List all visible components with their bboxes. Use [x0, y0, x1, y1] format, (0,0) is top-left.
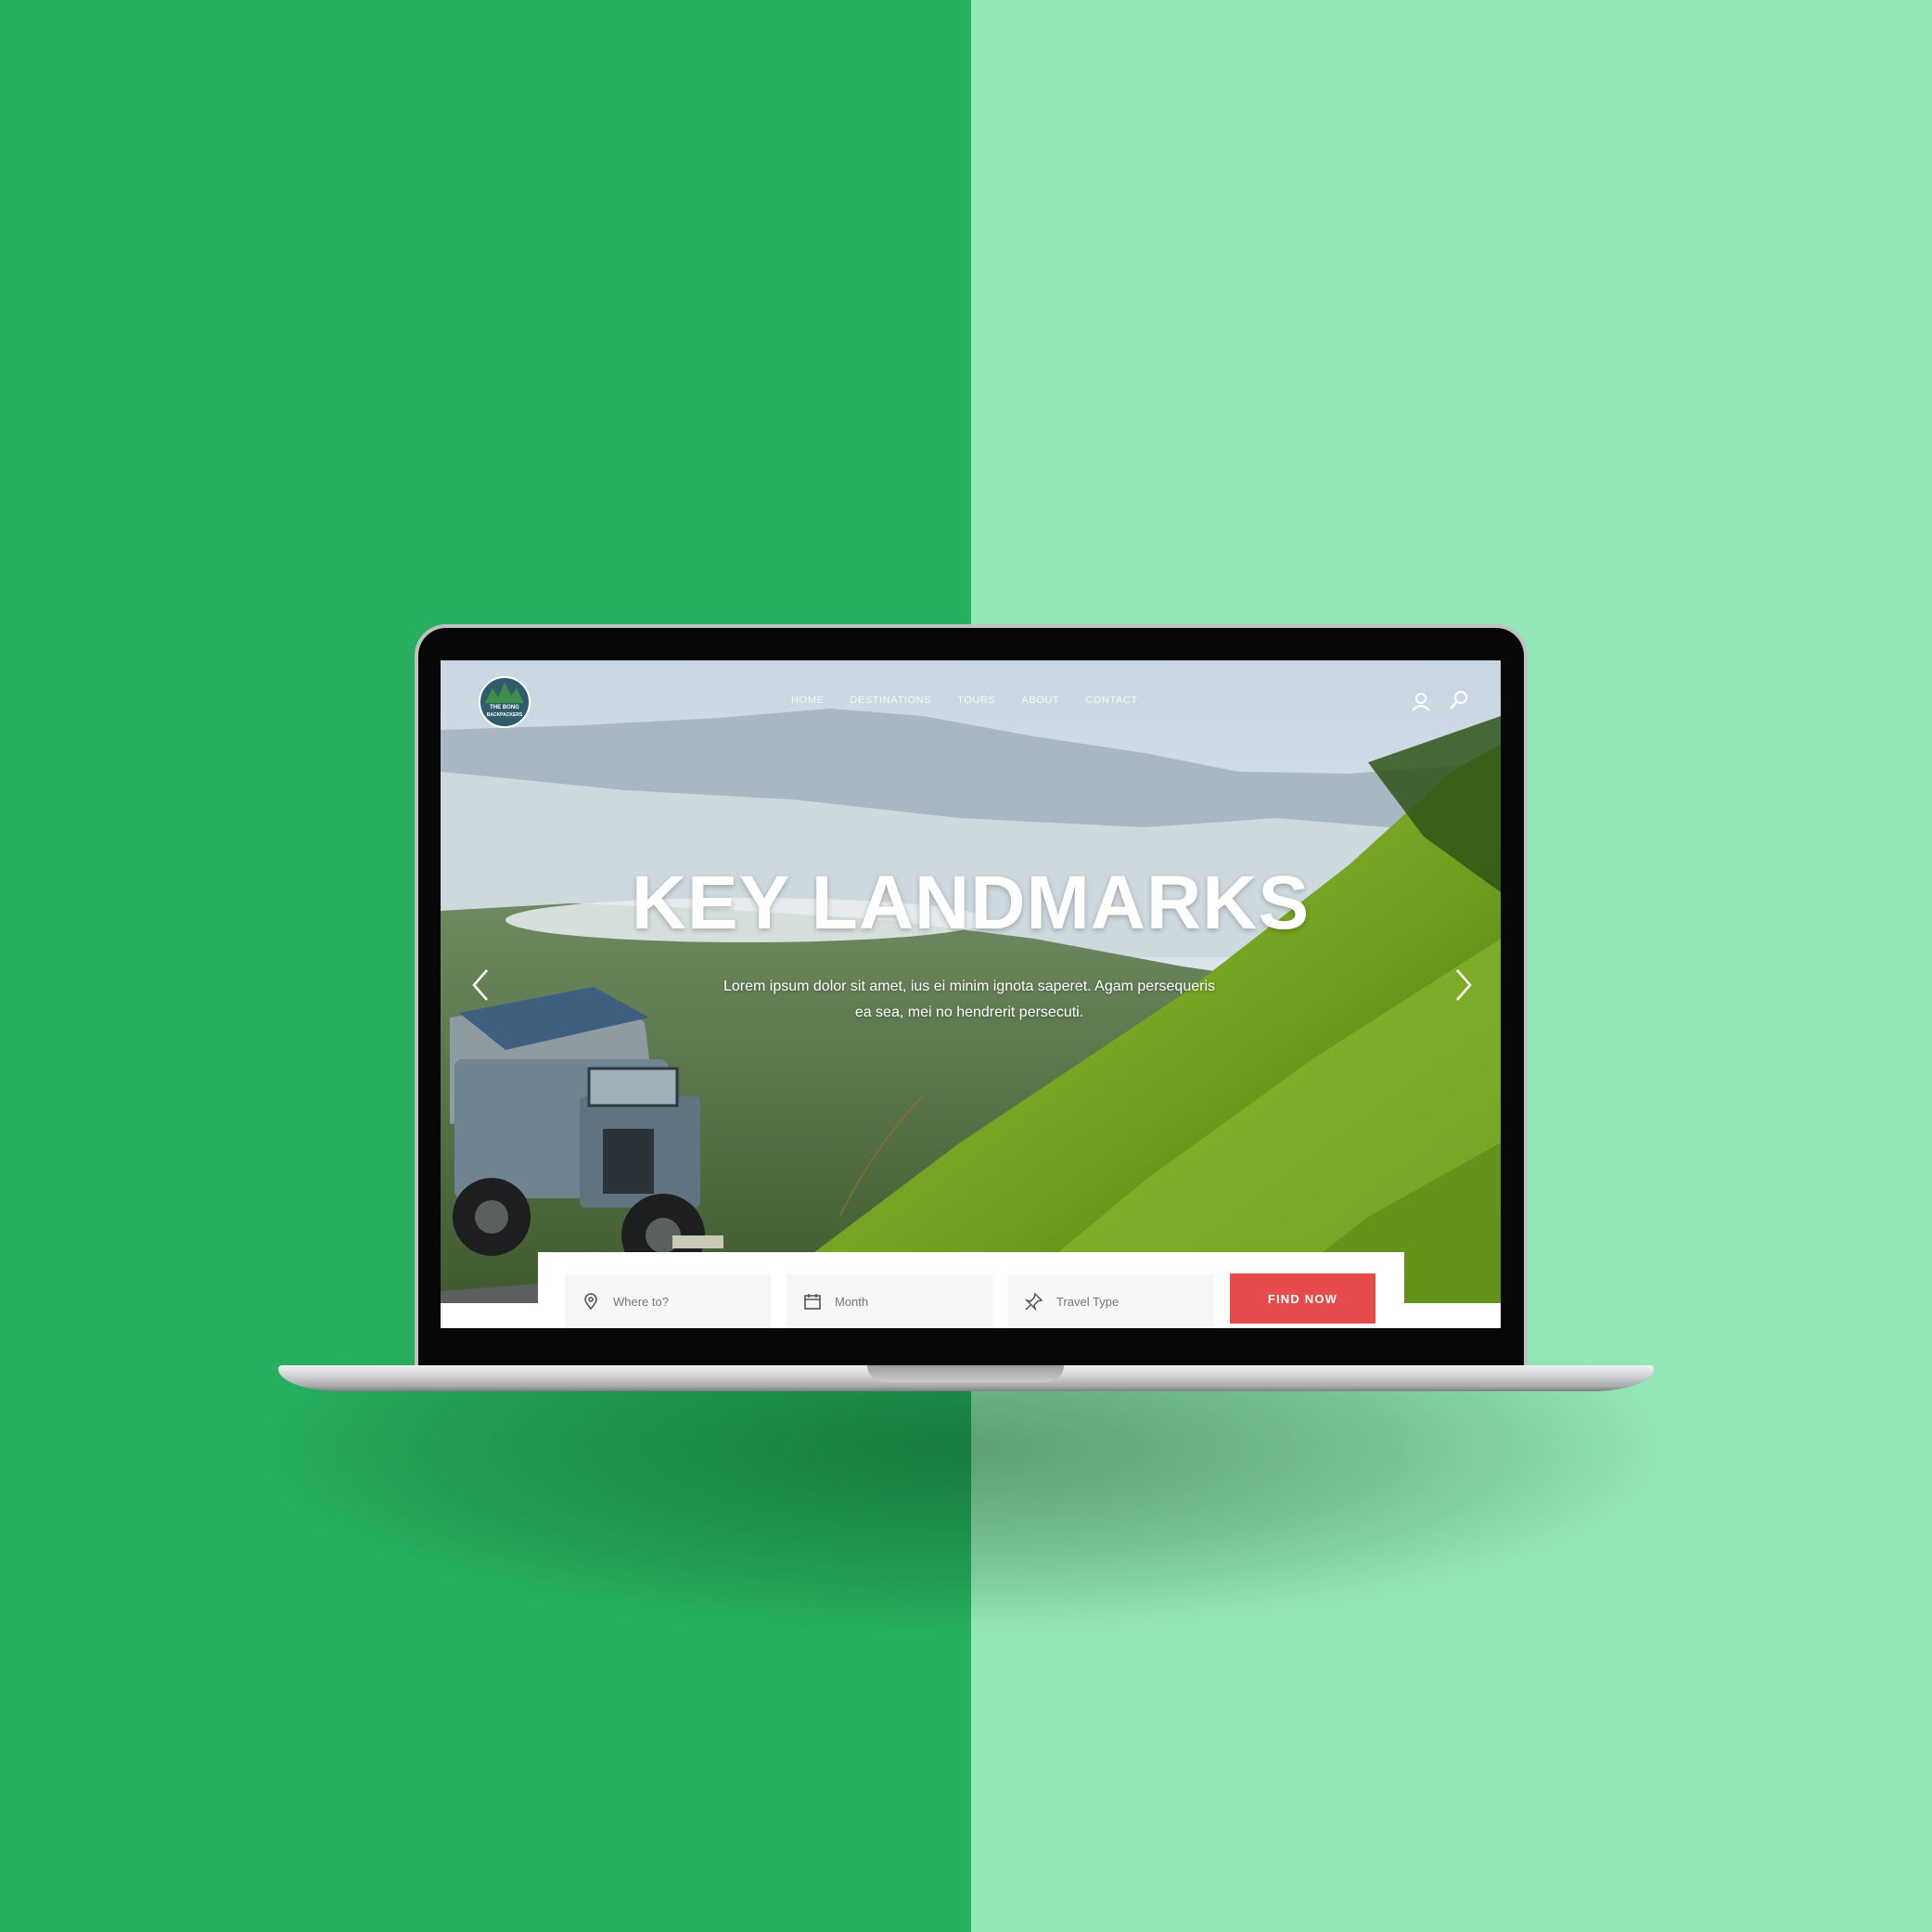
find-now-button[interactable]: FIND NOW — [1230, 1273, 1375, 1324]
laptop-notch — [867, 1365, 1064, 1382]
website-screen: THE BONG BACKPACKERS HOME DESTINATIONS T… — [441, 660, 1501, 1328]
travel-type-input[interactable] — [1055, 1293, 1197, 1310]
main-navigation: HOME DESTINATIONS TOURS ABOUT CONTACT — [791, 695, 1164, 706]
chevron-right-icon[interactable] — [1453, 966, 1474, 1004]
chevron-left-icon[interactable] — [470, 966, 491, 1004]
site-logo[interactable]: THE BONG BACKPACKERS — [478, 675, 531, 729]
where-input[interactable] — [611, 1293, 754, 1310]
nav-item-destinations[interactable]: DESTINATIONS — [850, 695, 931, 706]
nav-item-tours[interactable]: TOURS — [957, 695, 995, 706]
logo-badge-icon — [479, 676, 531, 728]
month-input[interactable] — [833, 1293, 976, 1310]
hero-subtitle: Lorem ipsum dolor sit amet, ius ei minim… — [723, 979, 1215, 1020]
logo-text-line1: THE BONG — [490, 705, 519, 710]
nav-item-about[interactable]: ABOUT — [1021, 695, 1059, 706]
calendar-icon — [804, 1294, 821, 1310]
search-icon[interactable] — [1448, 689, 1470, 711]
laptop-shadow — [278, 1373, 1651, 1623]
search-panel: FIND NOW — [538, 1252, 1404, 1328]
map-pin-icon — [584, 1293, 597, 1311]
user-icon[interactable] — [1411, 691, 1431, 711]
nav-item-home[interactable]: HOME — [791, 695, 824, 706]
month-field[interactable] — [787, 1274, 992, 1328]
nav-item-contact[interactable]: CONTACT — [1085, 695, 1138, 706]
travel-type-field[interactable] — [1008, 1274, 1214, 1328]
hero-banner: THE BONG BACKPACKERS HOME DESTINATIONS T… — [441, 660, 1501, 1303]
hero-title: KEY LANDMARKS — [631, 861, 1311, 945]
where-field[interactable] — [565, 1274, 771, 1328]
logo-text-line2: BACKPACKERS — [486, 712, 523, 718]
pin-icon — [1025, 1292, 1043, 1311]
